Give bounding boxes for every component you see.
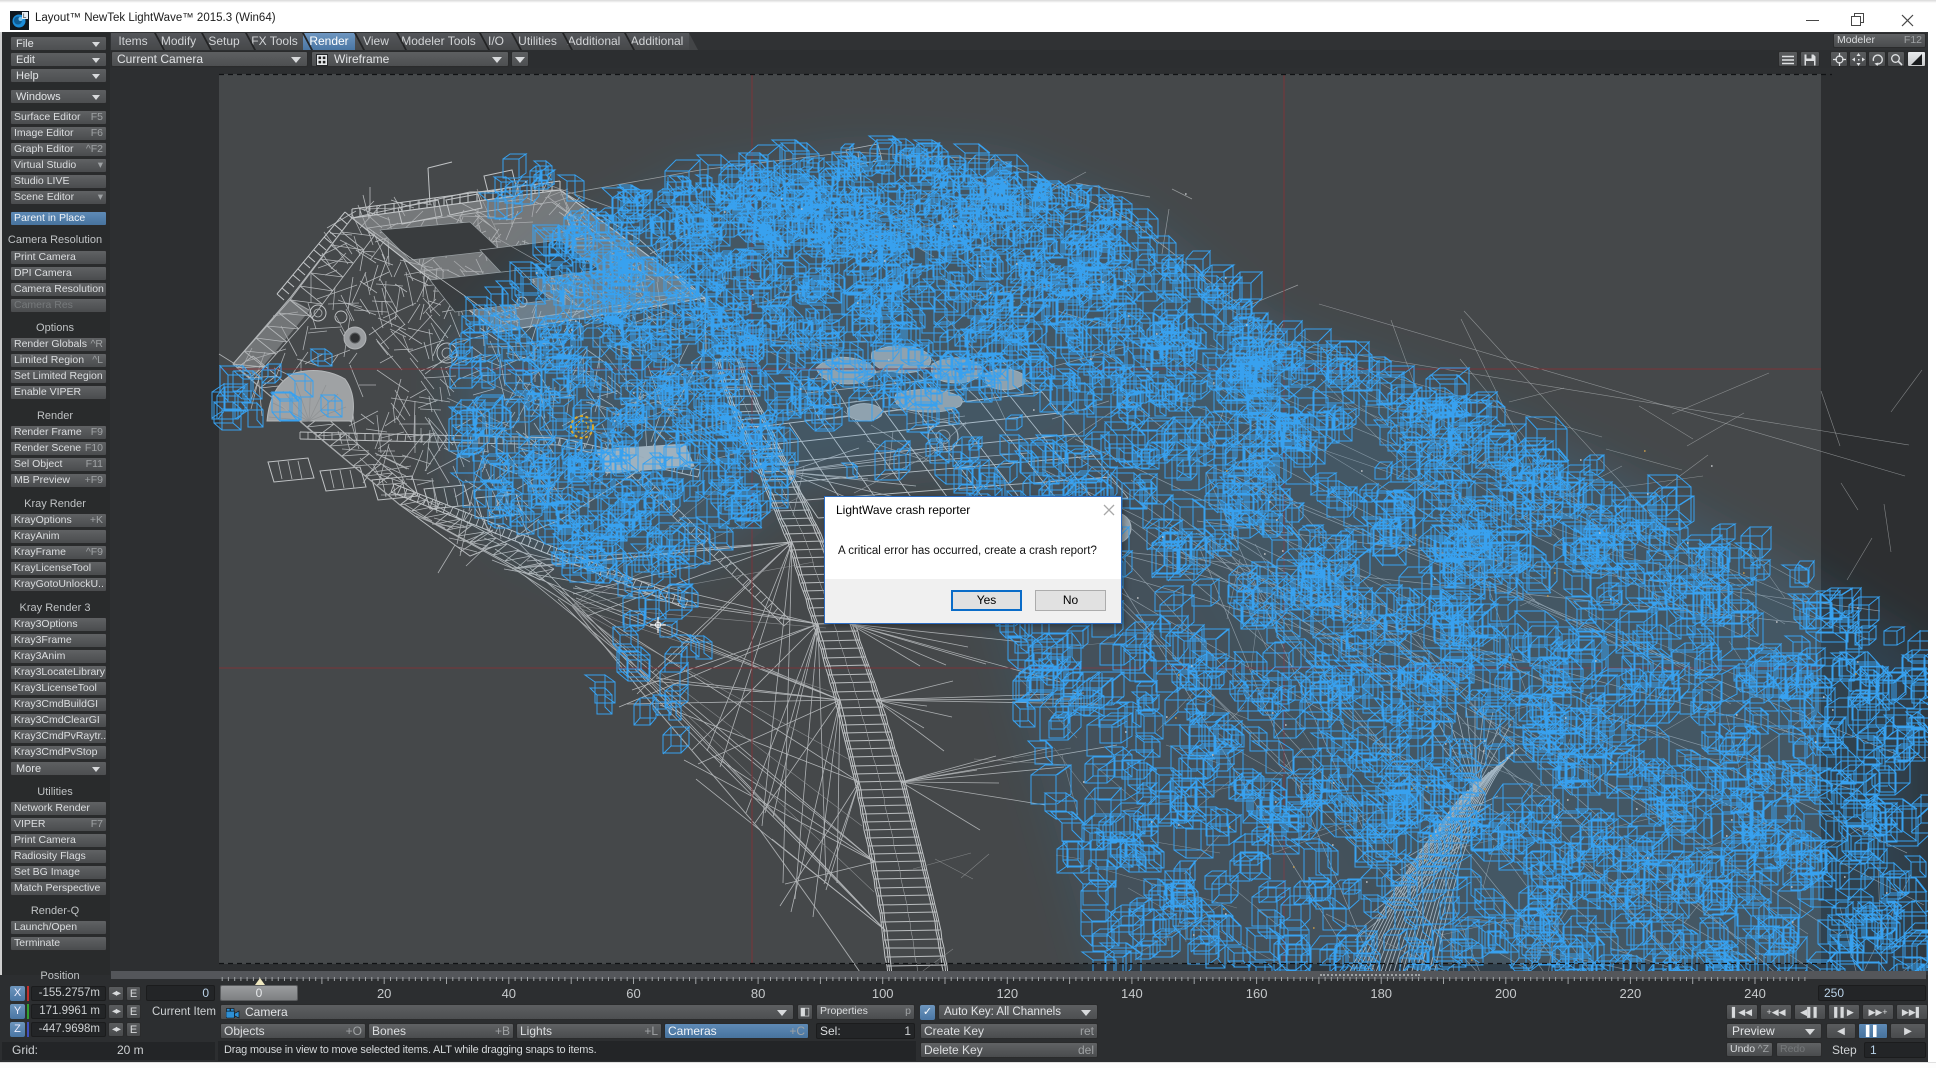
svg-text:240: 240 (1744, 986, 1766, 1001)
svg-text:80: 80 (751, 986, 765, 1001)
svg-text:20: 20 (377, 986, 391, 1001)
svg-text:160: 160 (1246, 986, 1268, 1001)
svg-text:220: 220 (1620, 986, 1642, 1001)
svg-text:200: 200 (1495, 986, 1517, 1001)
svg-text:180: 180 (1370, 986, 1392, 1001)
svg-text:100: 100 (872, 986, 894, 1001)
svg-text:60: 60 (626, 986, 640, 1001)
svg-text:140: 140 (1121, 986, 1143, 1001)
svg-text:40: 40 (502, 986, 516, 1001)
svg-text:120: 120 (996, 986, 1018, 1001)
